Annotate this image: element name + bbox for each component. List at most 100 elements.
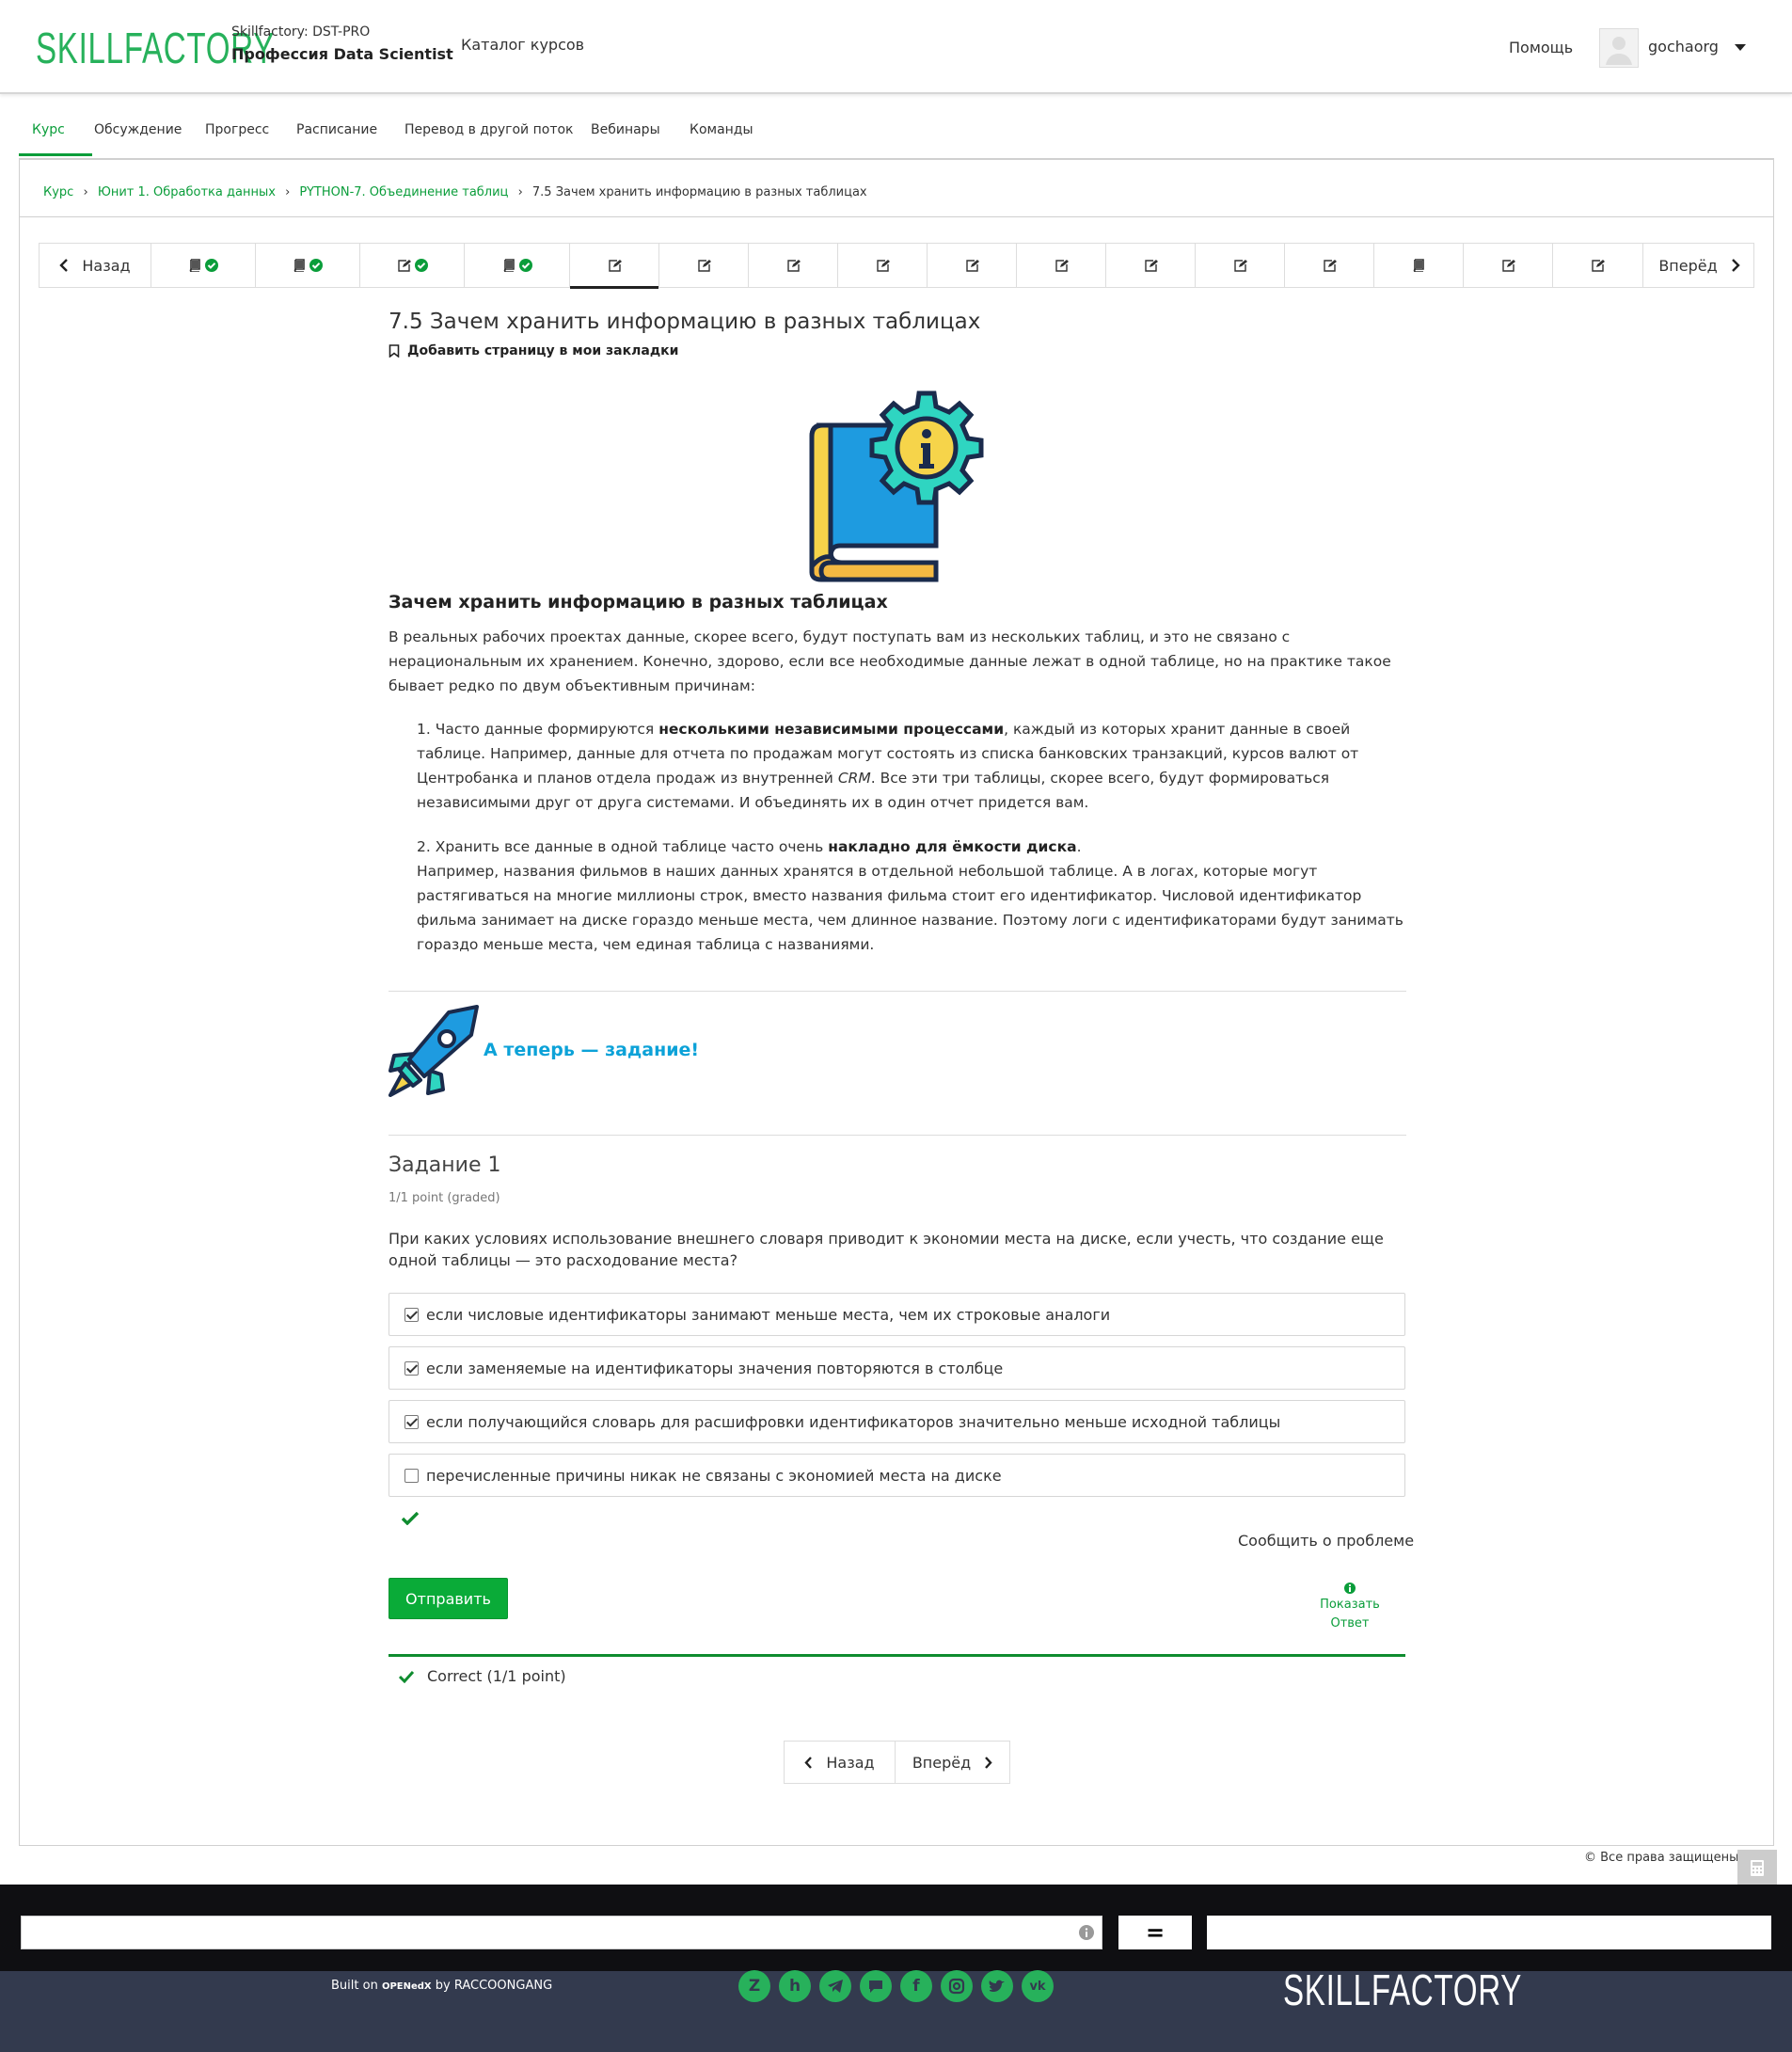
sequence-next-label: Вперёд (1658, 256, 1718, 275)
task-banner: А теперь — задание! (484, 1040, 700, 1060)
chevron-right-icon (985, 1756, 992, 1769)
breadcrumb-unit[interactable]: Юнит 1. Обработка данных (98, 185, 276, 199)
calculator-icon (1751, 1860, 1764, 1876)
habr-icon[interactable]: h (779, 1970, 811, 2002)
sequence-unit-tab[interactable] (659, 244, 749, 287)
help-link[interactable]: Помощь (1509, 39, 1573, 56)
answer-checkbox[interactable] (404, 1468, 419, 1483)
book-icon (293, 259, 306, 272)
breadcrumb-course[interactable]: Курс (43, 185, 73, 199)
breadcrumb-module[interactable]: PYTHON-7. Объединение таблиц (299, 185, 508, 199)
answer-option[interactable]: если получающийся словарь для расшифровк… (389, 1400, 1405, 1443)
divider (389, 1135, 1406, 1136)
zen-icon[interactable]: Z (738, 1970, 770, 2002)
active-tab-indicator (19, 153, 92, 156)
tab-course[interactable]: Курс (32, 122, 65, 137)
sequence-next-button[interactable]: Вперёд (1643, 244, 1755, 287)
book-icon (188, 259, 201, 272)
telegram-icon[interactable] (819, 1970, 851, 2002)
answer-option[interactable]: перечисленные причины никак не связаны с… (389, 1454, 1405, 1497)
reason-2-bold: накладно для ёмкости диска (828, 838, 1077, 855)
book-info-illustration (804, 388, 989, 583)
avatar[interactable] (1599, 28, 1639, 68)
calculator-toggle-button[interactable] (1737, 1850, 1777, 1885)
catalog-link[interactable]: Каталог курсов (461, 36, 584, 54)
breadcrumb-sep: › (517, 185, 523, 199)
reason-1-text-a: 1. Часто данные формируются (417, 721, 659, 738)
show-answer-label-2: Ответ (1330, 1616, 1370, 1630)
tab-webinars[interactable]: Вебинары (591, 122, 660, 137)
instagram-icon[interactable] (941, 1970, 973, 2002)
sequence-unit-tab[interactable] (1464, 244, 1553, 287)
built-on-openedx[interactable]: Built on OPENedX by RACCOONGANG (331, 1979, 552, 1993)
sequence-unit-tab[interactable] (465, 244, 570, 287)
sequence-unit-tab[interactable] (1106, 244, 1196, 287)
breadcrumb-sep: › (83, 185, 88, 199)
correct-check-icon (402, 1512, 419, 1525)
facebook-icon[interactable]: f (900, 1970, 932, 2002)
bottom-next-button[interactable]: Вперёд (896, 1742, 1009, 1783)
reason-2-paragraph: 2. Хранить все данные в одной таблице ча… (417, 835, 1406, 957)
sequence-unit-tab[interactable] (749, 244, 838, 287)
user-menu-caret-icon[interactable] (1735, 44, 1746, 52)
sequence-unit-tab[interactable] (256, 244, 360, 287)
answer-label: перечисленные причины никак не связаны с… (426, 1466, 1002, 1485)
tab-discussion[interactable]: Обсуждение (94, 122, 182, 137)
sequence-unit-tab[interactable] (1196, 244, 1285, 287)
calculator-equals-button[interactable]: = (1118, 1916, 1192, 1949)
sequence-prev-button[interactable]: Назад (40, 244, 151, 287)
info-icon[interactable] (1079, 1925, 1094, 1940)
sequence-unit-tab[interactable] (1374, 244, 1464, 287)
bottom-prev-button[interactable]: Назад (785, 1742, 896, 1783)
site-footer (0, 1971, 1792, 2052)
edit-icon (697, 259, 711, 272)
edit-icon (876, 259, 890, 272)
result-text: Correct (1/1 point) (427, 1667, 566, 1685)
problem-points: 1/1 point (graded) (389, 1191, 500, 1205)
answer-option[interactable]: если числовые идентификаторы занимают ме… (389, 1293, 1405, 1336)
sequence-unit-tab[interactable] (151, 244, 256, 287)
report-problem-link[interactable]: Сообщить о проблеме (1238, 1532, 1414, 1550)
result-divider (389, 1654, 1405, 1657)
sequence-unit-tab[interactable] (928, 244, 1017, 287)
answer-label: если получающийся словарь для расшифровк… (426, 1412, 1281, 1431)
calculator-input[interactable] (21, 1916, 1102, 1949)
answer-checkbox[interactable] (404, 1414, 419, 1429)
sequence-unit-tab[interactable] (838, 244, 928, 287)
vk-icon[interactable]: vk (1022, 1970, 1054, 2002)
show-answer-button[interactable]: Показать Ответ (1298, 1583, 1402, 1633)
chevron-right-icon (1731, 259, 1740, 272)
tab-teams[interactable]: Команды (690, 122, 753, 137)
sequence-unit-tab[interactable] (1553, 244, 1643, 287)
info-icon (1344, 1583, 1356, 1594)
tab-schedule[interactable]: Расписание (296, 122, 377, 137)
chevron-left-icon (59, 259, 69, 272)
answer-option[interactable]: если заменяемые на идентификаторы значен… (389, 1346, 1405, 1390)
calculator-output (1207, 1916, 1771, 1949)
chat-icon[interactable] (860, 1970, 892, 2002)
sequence-unit-tab[interactable] (1285, 244, 1374, 287)
built-on-label: Built on (331, 1979, 378, 1993)
username[interactable]: gochaorg (1648, 38, 1719, 56)
completed-check-icon (306, 259, 323, 272)
completed-check-icon (515, 259, 532, 272)
bookmark-button[interactable]: Добавить страницу в мои закладки (389, 343, 1406, 358)
intro-paragraph: В реальных рабочих проектах данные, скор… (389, 628, 1391, 694)
answer-checkbox[interactable] (404, 1360, 419, 1376)
tab-progress[interactable]: Прогресс (205, 122, 269, 137)
sequence-unit-tab[interactable] (1017, 244, 1106, 287)
bottom-prev-label: Назад (826, 1753, 875, 1772)
sequence-unit-tab[interactable] (360, 244, 465, 287)
reason-1-bold: несколькими независимыми процессами (658, 721, 1005, 738)
answer-checkbox[interactable] (404, 1307, 419, 1322)
bottom-nav: Назад Вперёд (784, 1741, 1010, 1784)
submit-button[interactable]: Отправить (389, 1578, 508, 1619)
sequence-unit-tab[interactable] (570, 244, 659, 289)
twitter-icon[interactable] (981, 1970, 1013, 2002)
tab-transfer[interactable]: Перевод в другой поток (404, 122, 574, 137)
footer-skillfactory-logo[interactable]: SKILLFACTORY (1283, 1965, 1522, 2015)
book-icon (502, 259, 515, 272)
bottom-next-label: Вперёд (912, 1753, 972, 1772)
bookmark-icon (389, 344, 400, 358)
breadcrumb-current: 7.5 Зачем хранить информацию в разных та… (531, 185, 867, 199)
